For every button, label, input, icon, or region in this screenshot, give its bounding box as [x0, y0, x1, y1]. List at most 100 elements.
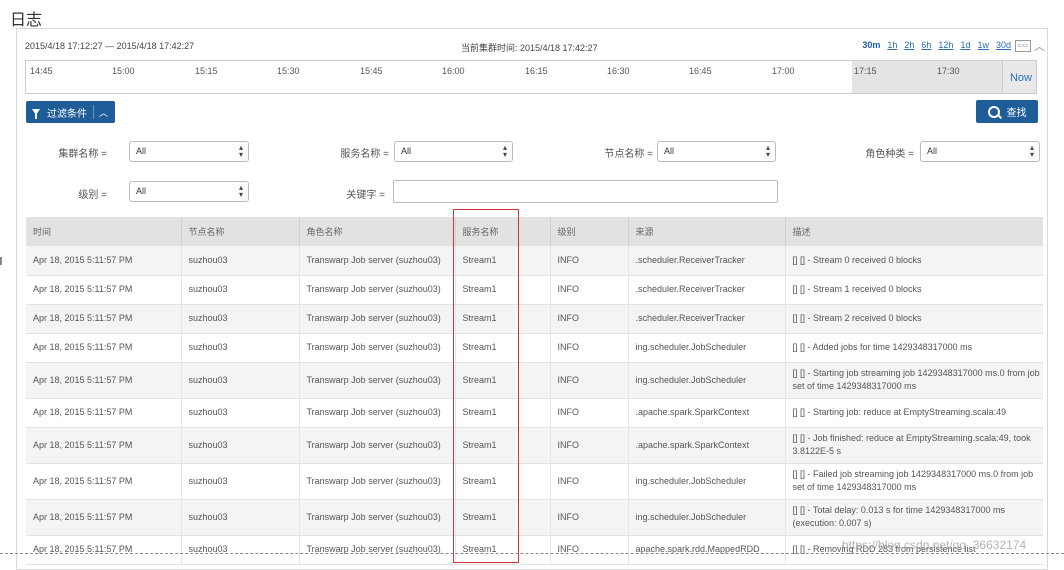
zoom-6h[interactable]: 6h: [921, 40, 931, 50]
table-header-row: 时间 节点名称 角色名称 服务名称 级别 来源 描述: [26, 217, 1043, 246]
role-type-label: 角色种类 =: [865, 149, 914, 160]
cell-service: Stream1: [455, 463, 551, 500]
log-panel: 2015/4/18 17:12:27 — 2015/4/18 17:42:27 …: [16, 28, 1048, 570]
cell-time: Apr 18, 2015 5:11:57 PM: [26, 362, 182, 399]
timeline-tick: 16:00: [442, 66, 465, 76]
cell-source: .scheduler.ReceiverTracker: [628, 246, 786, 276]
cell-service: Stream1: [455, 398, 551, 428]
cell-source: ing.scheduler.JobScheduler: [628, 463, 786, 500]
timeline-tick: 15:00: [112, 66, 135, 76]
search-icon: [987, 105, 1000, 118]
cell-node: suzhou03: [181, 333, 300, 363]
cell-time: Apr 18, 2015 5:11:57 PM: [26, 427, 182, 464]
timeline-tick: 17:15: [854, 66, 877, 76]
node-select[interactable]: All ▴ ▾: [657, 141, 776, 162]
zoom-30m[interactable]: 30m: [862, 40, 880, 50]
zoom-1h[interactable]: 1h: [887, 40, 897, 50]
cell-service: Stream1: [455, 499, 551, 536]
cell-service: Stream1: [455, 427, 551, 464]
table-row[interactable]: Apr 18, 2015 5:11:57 PM suzhou03 Transwarp…: [26, 398, 1043, 428]
table-row[interactable]: Apr 18, 2015 5:11:57 PM suzhou03 Transwarp…: [26, 304, 1043, 334]
column-header-level[interactable]: 级别: [550, 217, 629, 246]
search-button-label: 查找: [1006, 108, 1027, 119]
chevron-up-icon[interactable]: ︿: [1034, 38, 1045, 54]
table-row[interactable]: Apr 18, 2015 5:11:57 PM suzhou03 Transwarp…: [26, 333, 1043, 363]
cell-level: INFO: [550, 427, 629, 464]
cell-service: Stream1: [455, 362, 551, 399]
filter-toggle-button[interactable]: 过滤条件 ︿: [26, 101, 115, 123]
timeline-tick: 16:15: [525, 66, 548, 76]
cell-node: suzhou03: [181, 398, 300, 428]
cell-level: INFO: [550, 398, 629, 428]
cell-time: Apr 18, 2015 5:11:57 PM: [26, 275, 182, 305]
cell-node: suzhou03: [181, 427, 300, 464]
level-label: 级别 =: [78, 190, 107, 201]
select-arrows-icon: ▴ ▾: [502, 143, 507, 159]
cell-role: Transwarp Job server (suzhou03): [299, 304, 456, 334]
timeline-tick: 15:30: [277, 66, 300, 76]
cell-source: .scheduler.ReceiverTracker: [628, 275, 786, 305]
zoom-1w[interactable]: 1w: [977, 40, 989, 50]
select-arrows-icon: ▴ ▾: [1029, 143, 1034, 159]
cell-service: Stream1: [455, 333, 551, 363]
service-select[interactable]: All ▴ ▾: [394, 141, 513, 162]
cell-level: INFO: [550, 362, 629, 399]
timeline-tick: 16:30: [607, 66, 630, 76]
timeline-tick: 17:00: [772, 66, 795, 76]
timeline[interactable]: 14:45 15:00 15:15 15:30 15:45 16:00 16:1…: [25, 60, 1037, 94]
table-row[interactable]: Apr 18, 2015 5:11:57 PM suzhou03 Transwarp…: [26, 275, 1043, 305]
cell-role: Transwarp Job server (suzhou03): [299, 499, 456, 536]
level-select[interactable]: All ▴ ▾: [129, 181, 249, 202]
cell-description: [] [] - Stream 1 received 0 blocks: [785, 275, 1043, 305]
cell-role: Transwarp Job server (suzhou03): [299, 333, 456, 363]
log-table-container: 时间 节点名称 角色名称 服务名称 级别 来源 描述 Apr 18, 2015 …: [26, 217, 1043, 567]
cell-node: suzhou03: [181, 304, 300, 334]
zoom-12h[interactable]: 12h: [938, 40, 953, 50]
timeline-tick: 16:45: [689, 66, 712, 76]
chevron-up-icon: ︿: [99, 107, 109, 118]
cell-level: INFO: [550, 275, 629, 305]
cell-time: Apr 18, 2015 5:11:57 PM: [26, 333, 182, 363]
cell-role: Transwarp Job server (suzhou03): [299, 427, 456, 464]
search-button[interactable]: 查找: [976, 100, 1038, 123]
time-range-bar: 2015/4/18 17:12:27 — 2015/4/18 17:42:27 …: [25, 39, 1045, 55]
cell-role: Transwarp Job server (suzhou03): [299, 463, 456, 500]
cluster-current-time: 当前集群时间: 2015/4/18 17:42:27: [461, 43, 598, 53]
cluster-select[interactable]: All ▴ ▾: [129, 141, 249, 162]
table-row[interactable]: Apr 18, 2015 5:11:57 PM suzhou03 Transwarp…: [26, 246, 1043, 276]
zoom-1d[interactable]: 1d: [960, 40, 970, 50]
zoom-30d[interactable]: 30d: [996, 40, 1011, 50]
table-row[interactable]: Apr 18, 2015 5:11:57 PM suzhou03 Transwarp…: [26, 463, 1043, 500]
time-range-text: 2015/4/18 17:12:27 — 2015/4/18 17:42:27: [25, 41, 195, 51]
cell-level: INFO: [550, 463, 629, 500]
keyword-label: 关键字 =: [346, 190, 385, 201]
cell-node: suzhou03: [181, 246, 300, 276]
column-header-role[interactable]: 角色名称: [299, 217, 456, 246]
table-row[interactable]: Apr 18, 2015 5:11:57 PM suzhou03 Transwarp…: [26, 362, 1043, 399]
timeline-tick: 17:30: [937, 66, 960, 76]
column-header-description[interactable]: 描述: [785, 217, 1043, 246]
table-row[interactable]: Apr 18, 2015 5:11:57 PM suzhou03 Transwarp…: [26, 427, 1043, 464]
column-header-source[interactable]: 来源: [628, 217, 786, 246]
role-type-select[interactable]: All ▴ ▾: [920, 141, 1040, 162]
column-header-time[interactable]: 时间: [26, 217, 182, 246]
cell-role: Transwarp Job server (suzhou03): [299, 275, 456, 305]
cell-role: Transwarp Job server (suzhou03): [299, 398, 456, 428]
column-header-node[interactable]: 节点名称: [181, 217, 300, 246]
select-arrows-icon: ▴ ▾: [765, 143, 770, 159]
page-title: 日志: [10, 12, 43, 29]
watermark: https://blog.csdn.net/qq_36632174: [842, 538, 1027, 552]
now-button[interactable]: Now: [1010, 72, 1032, 84]
edge-marker: [0, 257, 2, 265]
column-header-service[interactable]: 服务名称: [455, 217, 551, 246]
cell-time: Apr 18, 2015 5:11:57 PM: [26, 499, 182, 536]
timeline-tick: 14:45: [30, 66, 53, 76]
node-label: 节点名称 =: [604, 149, 653, 160]
cell-time: Apr 18, 2015 5:11:57 PM: [26, 463, 182, 500]
cell-time: Apr 18, 2015 5:11:57 PM: [26, 304, 182, 334]
keyword-input[interactable]: [393, 180, 778, 203]
cell-service: Stream1: [455, 246, 551, 276]
chart-toggle-icon[interactable]: ▭▭: [1015, 40, 1031, 52]
zoom-2h[interactable]: 2h: [904, 40, 914, 50]
table-row[interactable]: Apr 18, 2015 5:11:57 PM suzhou03 Transwarp…: [26, 499, 1043, 536]
